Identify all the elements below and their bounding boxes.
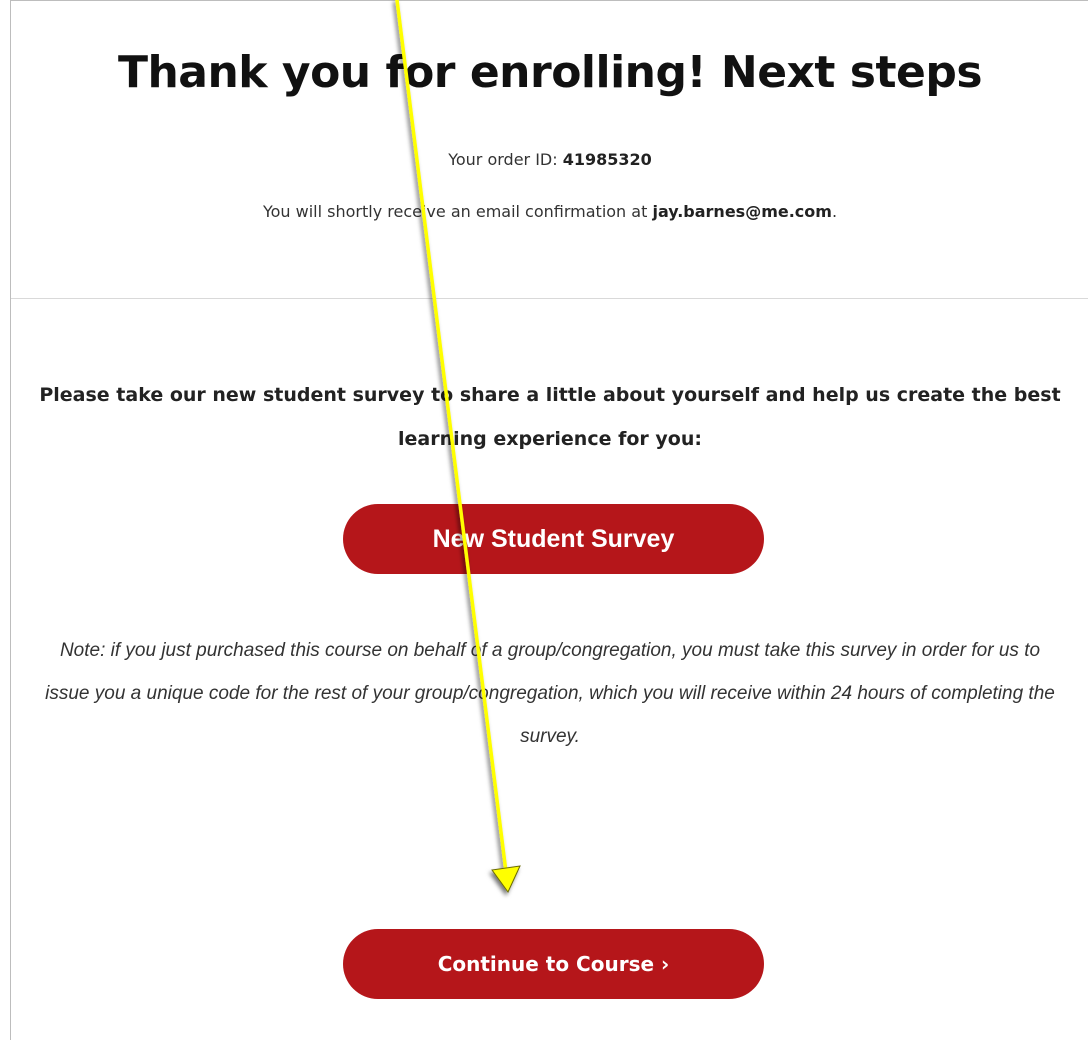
order-id-value: 41985320 — [562, 150, 652, 169]
order-id-label: Your order ID: — [448, 150, 563, 169]
page-frame: Thank you for enrolling! Next steps Your… — [10, 0, 1088, 1040]
order-id-line: Your order ID: 41985320 — [11, 147, 1088, 173]
new-student-survey-button[interactable]: New Student Survey — [343, 504, 764, 574]
continue-to-course-button[interactable]: Continue to Course › — [343, 929, 764, 999]
email-confirmation-line: You will shortly receive an email confir… — [11, 199, 1088, 225]
survey-prompt: Please take our new student survey to sh… — [39, 384, 1061, 450]
group-purchase-note: Note: if you just purchased this course … — [45, 640, 1055, 747]
page-title: Thank you for enrolling! Next steps — [117, 47, 983, 98]
email-confirmation-suffix: . — [831, 202, 838, 221]
confirmation-header: Thank you for enrolling! Next steps Your… — [11, 1, 1088, 299]
email-confirmation-text: You will shortly receive an email confir… — [262, 202, 653, 221]
email-address: jay.barnes@me.com — [652, 202, 832, 221]
